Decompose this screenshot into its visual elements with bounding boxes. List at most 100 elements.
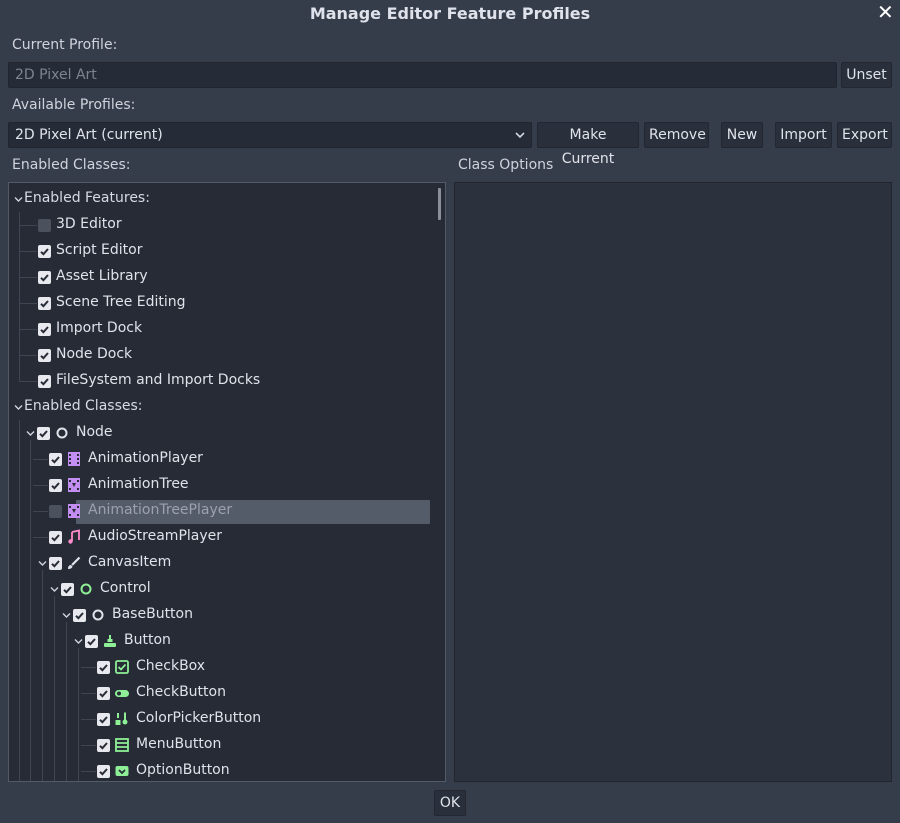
new-button[interactable]: New — [721, 122, 763, 148]
class-options-label: Class Options — [458, 157, 554, 173]
unset-button[interactable]: Unset — [841, 62, 892, 88]
tree-class-row[interactable]: ColorPickerButton — [9, 706, 429, 732]
checkmark-icon — [40, 274, 49, 282]
tree-guide-line — [81, 667, 96, 668]
export-button[interactable]: Export — [837, 122, 892, 148]
chevron-down-icon[interactable] — [38, 559, 47, 568]
checkmark-icon — [99, 690, 108, 698]
tree-class-row[interactable]: CheckBox — [9, 654, 429, 680]
checkmark-icon — [51, 482, 60, 490]
checkmark-icon — [51, 560, 60, 568]
tree-guide-line — [33, 459, 48, 460]
checkbox[interactable] — [61, 583, 74, 596]
checkbox[interactable] — [97, 713, 110, 726]
checkbox[interactable] — [97, 739, 110, 752]
current-profile-field[interactable]: 2D Pixel Art — [8, 62, 837, 88]
import-button[interactable]: Import — [775, 122, 832, 148]
tree-guide-line — [42, 570, 43, 781]
tree-guide-line — [81, 719, 96, 720]
tree-feature-row[interactable]: Node Dock — [9, 342, 429, 368]
tree-feature-row[interactable]: Script Editor — [9, 238, 429, 264]
tree-scrollbar[interactable] — [438, 188, 441, 220]
checkmark-icon — [40, 248, 49, 256]
tree-class-row[interactable]: AnimationPlayer — [9, 446, 429, 472]
tree-guide-line — [33, 537, 48, 538]
tree-guide-line — [19, 225, 37, 226]
checkmark-icon — [87, 638, 96, 646]
tree-feature-row[interactable]: 3D Editor — [9, 212, 429, 238]
tree-feature-row[interactable]: Scene Tree Editing — [9, 290, 429, 316]
checkbox[interactable] — [97, 687, 110, 700]
tree-item-label: Script Editor — [56, 242, 143, 258]
checkbox[interactable] — [38, 375, 51, 388]
tree-item-label: Node Dock — [56, 346, 133, 362]
close-icon[interactable]: ✕ — [877, 1, 894, 23]
tree-item-label: Asset Library — [56, 268, 148, 284]
ok-button[interactable]: OK — [434, 790, 466, 816]
available-profiles-label: Available Profiles: — [12, 97, 136, 113]
tree-feature-row[interactable]: FileSystem and Import Docks — [9, 368, 429, 394]
tree-feature-row[interactable]: Import Dock — [9, 316, 429, 342]
tree-item-label: FileSystem and Import Docks — [56, 372, 261, 388]
checkbox[interactable] — [38, 323, 51, 336]
canvas-item-icon — [68, 556, 81, 569]
checkbox[interactable] — [49, 479, 62, 492]
tree-class-row[interactable]: Node — [9, 420, 429, 446]
base-button-icon — [92, 609, 104, 621]
tree-section-features[interactable]: Enabled Features: — [9, 186, 429, 212]
checkbox[interactable] — [38, 219, 51, 232]
tree-item-label: 3D Editor — [56, 216, 122, 232]
tree-class-row[interactable]: BaseButton — [9, 602, 429, 628]
checkbox[interactable] — [38, 271, 51, 284]
menu-button-icon — [115, 738, 129, 752]
checkmark-icon — [40, 352, 49, 360]
tree-guide-line — [33, 511, 48, 512]
remove-button[interactable]: Remove — [644, 122, 709, 148]
tree-class-row[interactable]: OptionButton — [9, 758, 429, 781]
chevron-down-icon[interactable] — [14, 195, 23, 204]
tree-item-label: AnimationTree — [88, 476, 189, 492]
tree-class-row[interactable]: CheckButton — [9, 680, 429, 706]
tree-guide-line — [78, 648, 79, 781]
make-current-button[interactable]: Make Current — [537, 122, 639, 167]
tree-class-row[interactable]: AnimationTreePlayer — [9, 498, 430, 524]
tree-guide-line — [54, 596, 55, 781]
tree-item-label: AudioStreamPlayer — [88, 528, 223, 544]
checkbox[interactable] — [38, 245, 51, 258]
checkbox[interactable] — [97, 765, 110, 778]
tree-guide-line — [19, 277, 37, 278]
option-button-icon — [115, 766, 129, 776]
tree-item-label: Scene Tree Editing — [56, 294, 186, 310]
chevron-down-icon[interactable] — [62, 611, 71, 620]
checkbox[interactable] — [49, 505, 62, 518]
checkbox[interactable] — [49, 531, 62, 544]
chevron-down-icon[interactable] — [26, 429, 35, 438]
check-button-icon — [115, 690, 129, 697]
tree-item-label: Node — [76, 424, 113, 440]
class-tree[interactable]: Enabled Features: 3D Editor Script Editor A… — [9, 183, 445, 781]
profile-select[interactable]: 2D Pixel Art (current) — [8, 122, 532, 148]
chevron-down-icon[interactable] — [74, 637, 83, 646]
checkbox[interactable] — [37, 427, 50, 440]
title-bar: Manage Editor Feature Profiles ✕ — [0, 0, 900, 26]
checkbox[interactable] — [97, 661, 110, 674]
tree-class-row[interactable]: Button — [9, 628, 429, 654]
tree-class-row[interactable]: Control — [9, 576, 429, 602]
checkbox[interactable] — [49, 453, 62, 466]
tree-section-classes[interactable]: Enabled Classes: — [9, 394, 429, 420]
tree-class-row[interactable]: CanvasItem — [9, 550, 429, 576]
tree-guide-line — [81, 771, 96, 772]
profile-select-value: 2D Pixel Art (current) — [15, 127, 163, 143]
checkbox[interactable] — [73, 609, 86, 622]
checkmark-icon — [40, 326, 49, 334]
chevron-down-icon[interactable] — [14, 403, 23, 412]
checkbox[interactable] — [49, 557, 62, 570]
chevron-down-icon[interactable] — [50, 585, 59, 594]
checkbox[interactable] — [38, 349, 51, 362]
tree-class-row[interactable]: MenuButton — [9, 732, 429, 758]
tree-class-row[interactable]: AnimationTree — [9, 472, 429, 498]
checkbox[interactable] — [38, 297, 51, 310]
tree-feature-row[interactable]: Asset Library — [9, 264, 429, 290]
checkbox[interactable] — [85, 635, 98, 648]
tree-class-row[interactable]: AudioStreamPlayer — [9, 524, 429, 550]
